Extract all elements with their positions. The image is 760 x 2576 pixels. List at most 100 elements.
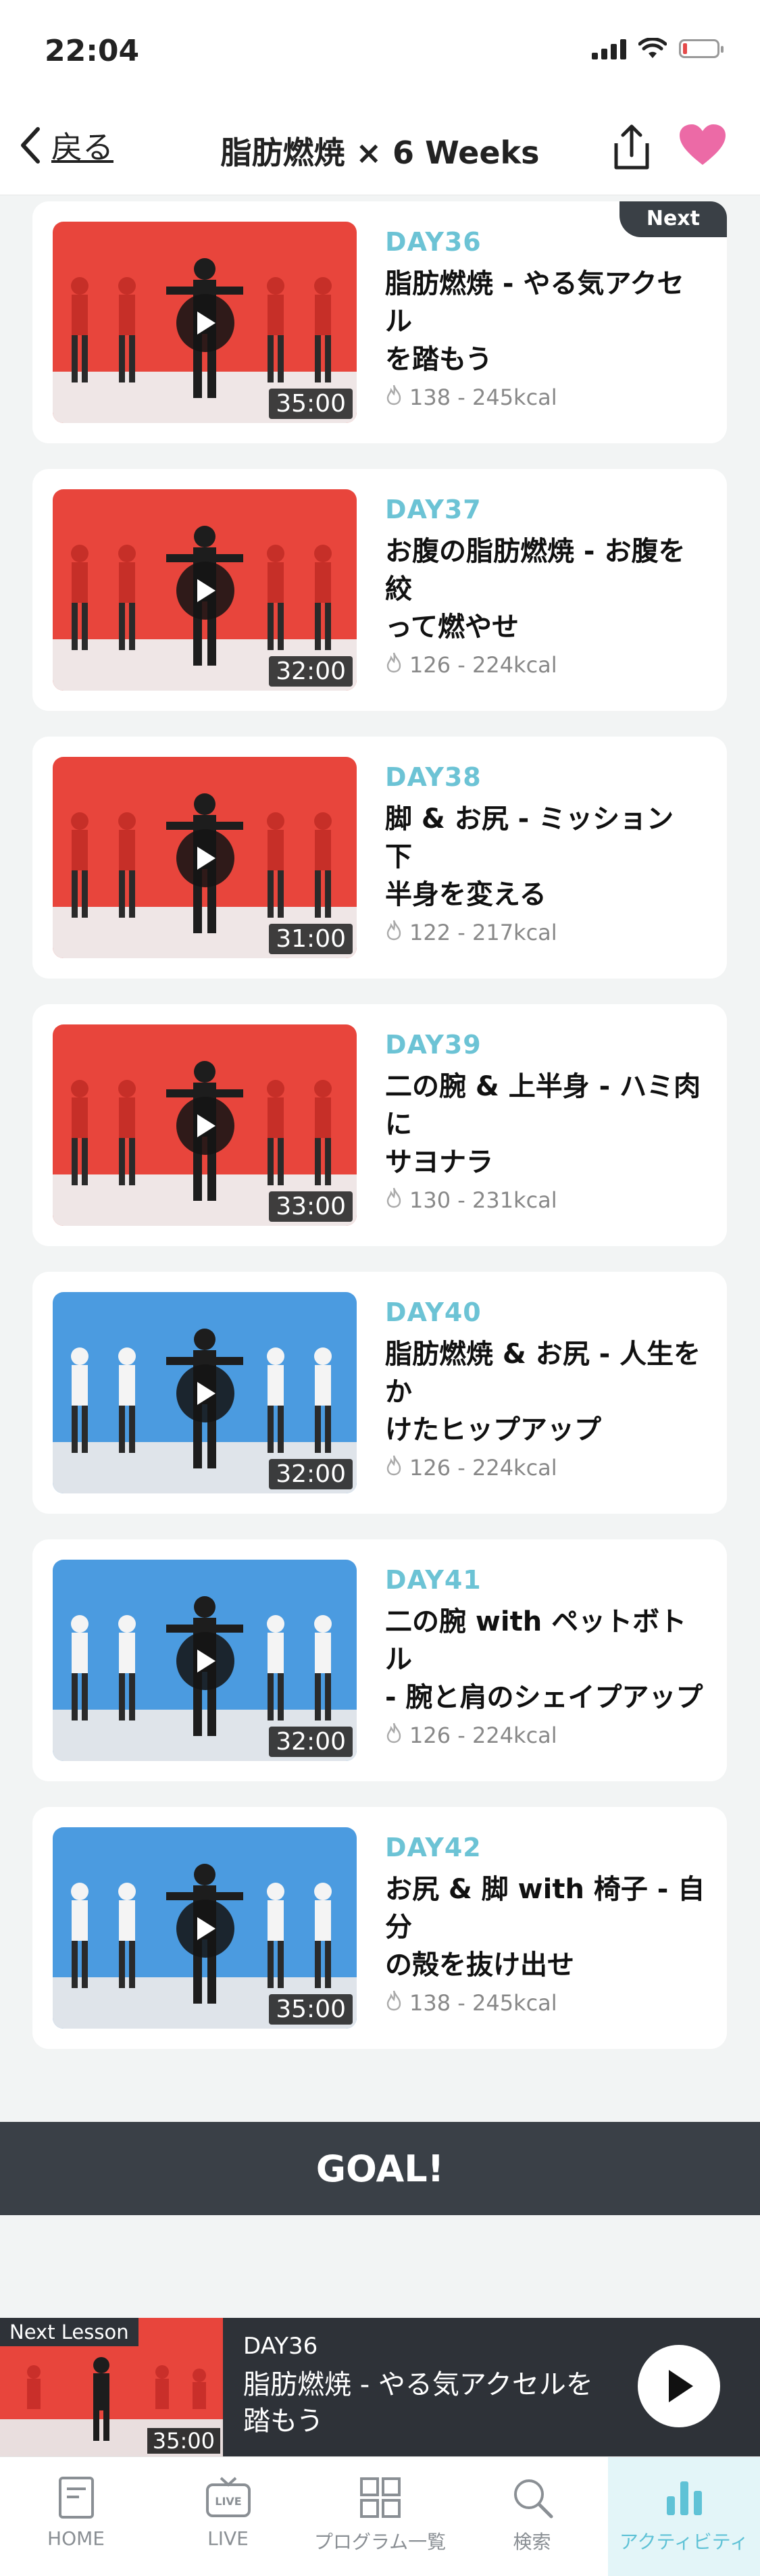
play-button[interactable] [176,829,234,887]
tab-search[interactable]: 検索 [456,2457,608,2576]
lesson-card[interactable]: 35:00 DAY36 脂肪燃焼 - やる気アクセル を踏もう 138 - 24… [32,201,727,443]
lesson-kcal: 130 - 231kcal [409,1187,557,1213]
lesson-duration: 35:00 [269,389,353,419]
cellular-signal-icon [592,38,626,59]
search-icon [511,2473,554,2522]
lesson-thumbnail[interactable]: 31:00 [53,757,357,958]
lesson-card[interactable]: 35:00 DAY42 お尻 & 脚 with 椅子 - 自分 の殻を抜け出せ … [32,1807,727,2049]
tab-home[interactable]: HOME [0,2457,152,2576]
play-icon [669,2370,693,2402]
lesson-duration: 35:00 [269,1994,353,2025]
lesson-day: DAY40 [385,1297,482,1327]
lesson-title: 脂肪燃焼 & お尻 - 人生をか けたヒップアップ [385,1335,709,1449]
play-icon [193,577,218,604]
lesson-duration: 32:00 [269,656,353,687]
lesson-title: 脚 & お尻 - ミッション 下 半身を変える [385,800,709,914]
lesson-thumbnail[interactable]: 35:00 [53,222,357,423]
status-bar: 22:04 [0,0,760,108]
lesson-card[interactable]: 31:00 DAY38 脚 & お尻 - ミッション 下 半身を変える 122 … [32,737,727,979]
tab-live[interactable]: LIVE LIVE [152,2457,304,2576]
play-button[interactable] [176,294,234,352]
lesson-card[interactable]: 33:00 DAY39 二の腕 & 上半身 - ハミ肉に サヨナラ 130 - … [32,1004,727,1246]
flame-icon [385,919,403,946]
lesson-kcal: 126 - 224kcal [409,1723,557,1748]
play-icon [193,845,218,872]
lesson-day: DAY39 [385,1030,482,1060]
lesson-info: DAY37 お腹の脂肪燃焼 - お腹を絞 って燃やせ 126 - 224kcal [385,489,709,678]
tab-bar: HOME LIVE LIVE プログラム一覧 検索 アクティビティ [0,2456,760,2576]
favorite-button[interactable] [678,123,727,170]
status-icons [592,38,724,59]
lesson-title-line1: 脂肪燃焼 - やる気アクセル [385,268,684,337]
lesson-kcal: 122 - 217kcal [409,920,557,945]
tab-home-label: HOME [47,2527,105,2550]
lesson-kcal: 126 - 224kcal [409,652,557,678]
lesson-kcal: 138 - 245kcal [409,1990,557,2016]
lesson-calories: 138 - 245kcal [385,1989,709,2016]
lesson-day: DAY41 [385,1565,482,1595]
lesson-thumbnail[interactable]: 32:00 [53,1560,357,1761]
next-lesson-title-line1: 脂肪燃焼 - やる気アクセルを [243,2369,593,2400]
next-lesson-day: DAY36 [243,2333,318,2360]
next-lesson-bar[interactable]: Next Lesson 35:00 DAY36 脂肪燃焼 - やる気アクセルを … [0,2318,760,2456]
play-button[interactable] [176,562,234,620]
lesson-title-line2: サヨナラ [385,1147,493,1178]
lesson-thumbnail[interactable]: 32:00 [53,489,357,691]
next-badge: Next [619,201,727,237]
lesson-title-line2: - 腕と肩のシェイプアップ [385,1682,703,1713]
tab-programs[interactable]: プログラム一覧 [304,2457,456,2576]
lesson-card[interactable]: 32:00 DAY41 二の腕 with ペットボトル - 腕と肩のシェイプアッ… [32,1539,727,1781]
lesson-card[interactable]: 32:00 DAY40 脂肪燃焼 & お尻 - 人生をか けたヒップアップ 12… [32,1272,727,1514]
lesson-title-line1: お尻 & 脚 with 椅子 - 自分 [385,1874,705,1943]
lesson-info: DAY41 二の腕 with ペットボトル - 腕と肩のシェイプアップ 126 … [385,1560,709,1749]
lesson-title: 二の腕 & 上半身 - ハミ肉に サヨナラ [385,1068,709,1181]
lesson-info: DAY36 脂肪燃焼 - やる気アクセル を踏もう 138 - 245kcal [385,222,709,411]
lesson-duration: 32:00 [269,1727,353,1757]
next-lesson-thumbnail[interactable]: Next Lesson 35:00 [0,2318,223,2456]
lesson-info: DAY39 二の腕 & 上半身 - ハミ肉に サヨナラ 130 - 231kca… [385,1024,709,1214]
lesson-title: お尻 & 脚 with 椅子 - 自分 の殻を抜け出せ [385,1871,709,1984]
lesson-day: DAY42 [385,1833,482,1862]
live-tv-icon: LIVE [205,2473,252,2522]
lesson-duration: 32:00 [269,1459,353,1489]
tab-search-label: 検索 [513,2531,551,2553]
lesson-kcal: 126 - 224kcal [409,1455,557,1481]
lesson-duration: 31:00 [269,924,353,954]
lesson-calories: 122 - 217kcal [385,919,709,946]
play-icon [193,1380,218,1407]
play-button[interactable] [176,1364,234,1422]
play-button[interactable] [176,1632,234,1690]
lesson-title-line2: けたヒップアップ [385,1414,601,1445]
play-button[interactable] [176,1097,234,1155]
lesson-day: DAY38 [385,762,482,792]
battery-icon [679,39,724,58]
play-icon [193,1915,218,1942]
grid-icon [359,2473,402,2522]
next-lesson-play-button[interactable] [638,2345,720,2427]
lesson-thumbnail[interactable]: 35:00 [53,1827,357,2029]
share-button[interactable] [608,120,655,177]
lesson-calories: 138 - 245kcal [385,384,709,411]
heart-icon [680,124,726,165]
lesson-info: DAY42 お尻 & 脚 with 椅子 - 自分 の殻を抜け出せ 138 - … [385,1827,709,2016]
tab-activity[interactable]: アクティビティ [608,2457,760,2576]
flame-icon [385,1454,403,1481]
lesson-day: DAY37 [385,495,482,524]
lesson-thumbnail[interactable]: 33:00 [53,1024,357,1226]
lesson-title-line1: 脚 & お尻 - ミッション 下 [385,803,674,872]
lesson-thumbnail[interactable]: 32:00 [53,1292,357,1493]
share-icon [614,124,649,170]
lesson-calories: 126 - 224kcal [385,651,709,678]
lesson-kcal: 138 - 245kcal [409,385,557,410]
play-icon [193,1648,218,1675]
next-lesson-title-line2: 踏もう [243,2406,324,2437]
tab-activity-label: アクティビティ [619,2531,749,2553]
next-lesson-info[interactable]: DAY36 脂肪燃焼 - やる気アクセルを 踏もう [243,2333,622,2439]
next-lesson-label: Next Lesson [0,2318,138,2346]
play-button[interactable] [176,1900,234,1958]
flame-icon [385,651,403,678]
home-icon [56,2473,97,2522]
lesson-title-line2: の殻を抜け出せ [385,1950,574,1981]
lesson-title-line1: 脂肪燃焼 & お尻 - 人生をか [385,1339,701,1408]
lesson-card[interactable]: 32:00 DAY37 お腹の脂肪燃焼 - お腹を絞 って燃やせ 126 - 2… [32,469,727,711]
